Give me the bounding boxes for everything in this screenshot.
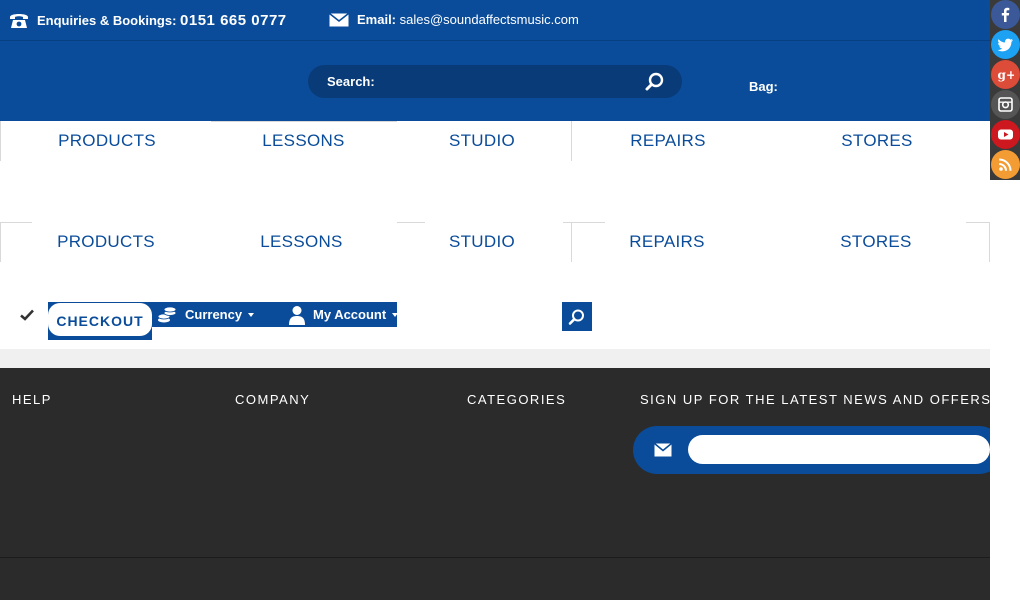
google-plus-link[interactable]: g+ xyxy=(991,60,1020,89)
footer-signup-heading: SIGN UP FOR THE LATEST NEWS AND OFFERS xyxy=(640,392,990,407)
checkout-button[interactable]: CHECKOUT xyxy=(48,303,152,336)
google-plus-icon: g+ xyxy=(998,68,1015,82)
main-nav: PRODUCTS LESSONS STUDIO REPAIRS STORES xyxy=(0,121,990,161)
footer-help-heading: HELP xyxy=(12,392,52,407)
nav-studio-secondary[interactable]: STUDIO xyxy=(395,222,569,262)
search-icon[interactable] xyxy=(644,71,666,93)
youtube-icon xyxy=(998,129,1013,140)
nav-stores-secondary[interactable]: STORES xyxy=(763,222,989,262)
search-icon xyxy=(568,309,584,325)
instagram-icon xyxy=(998,97,1013,112)
twitter-icon xyxy=(997,38,1013,52)
email-icon xyxy=(329,13,349,27)
nav-lessons[interactable]: LESSONS xyxy=(212,121,395,161)
social-links: g+ xyxy=(990,0,1020,180)
footer-divider-strip xyxy=(0,349,990,368)
email-icon xyxy=(654,443,672,457)
rss-icon xyxy=(999,158,1012,171)
bag-link[interactable]: Bag: xyxy=(749,79,778,94)
footer-divider xyxy=(0,557,990,558)
nav-repairs-secondary[interactable]: REPAIRS xyxy=(571,222,763,262)
nav-studio[interactable]: STUDIO xyxy=(395,121,569,161)
contact-bar: Enquiries & Bookings: 0151 665 0777 Emai… xyxy=(0,0,990,41)
currency-label: Currency xyxy=(185,307,243,322)
phone-number[interactable]: 0151 665 0777 xyxy=(180,12,287,29)
svg-text:g+: g+ xyxy=(998,68,1015,82)
newsletter-form xyxy=(633,426,990,474)
chevron-down-icon xyxy=(392,312,399,317)
currency-dropdown[interactable]: Currency xyxy=(157,302,255,327)
email-label: Email: xyxy=(357,12,397,27)
site-header: Search: Bag: xyxy=(0,41,990,121)
nav-stores[interactable]: STORES xyxy=(764,121,990,161)
nav-lessons-secondary[interactable]: LESSONS xyxy=(210,222,393,262)
nav-repairs[interactable]: REPAIRS xyxy=(572,121,764,161)
footer-company-heading: COMPANY xyxy=(235,392,311,407)
user-icon xyxy=(289,305,305,325)
email-contact[interactable]: Email: sales@soundaffectsmusic.com xyxy=(357,12,579,27)
my-account-label: My Account xyxy=(313,307,387,322)
site-footer: HELP COMPANY CATEGORIES SIGN UP FOR THE … xyxy=(0,368,990,600)
search-input[interactable] xyxy=(380,70,630,93)
email-address-link[interactable]: sales@soundaffectsmusic.com xyxy=(400,12,579,27)
twitter-link[interactable] xyxy=(991,30,1020,59)
check-icon xyxy=(20,309,34,321)
nav-products-secondary[interactable]: PRODUCTS xyxy=(2,222,210,262)
search-form: Search: xyxy=(308,65,682,98)
coins-icon xyxy=(157,306,177,322)
phone-contact[interactable]: Enquiries & Bookings: 0151 665 0777 xyxy=(37,12,287,29)
secondary-nav: PRODUCTS LESSONS STUDIO REPAIRS STORES xyxy=(0,222,990,262)
footer-categories-heading: CATEGORIES xyxy=(467,392,567,407)
phone-label: Enquiries & Bookings: xyxy=(37,13,177,28)
newsletter-email-input[interactable] xyxy=(688,435,990,464)
facebook-icon xyxy=(1001,7,1010,22)
my-account-dropdown[interactable]: My Account xyxy=(289,302,399,327)
facebook-link[interactable] xyxy=(991,0,1020,29)
rss-link[interactable] xyxy=(991,150,1020,179)
phone-icon xyxy=(10,14,28,28)
search-button[interactable] xyxy=(562,302,592,331)
search-label: Search: xyxy=(327,74,375,89)
youtube-link[interactable] xyxy=(991,120,1020,149)
instagram-link[interactable] xyxy=(991,90,1020,119)
nav-products[interactable]: PRODUCTS xyxy=(2,121,212,161)
chevron-down-icon xyxy=(248,312,255,317)
